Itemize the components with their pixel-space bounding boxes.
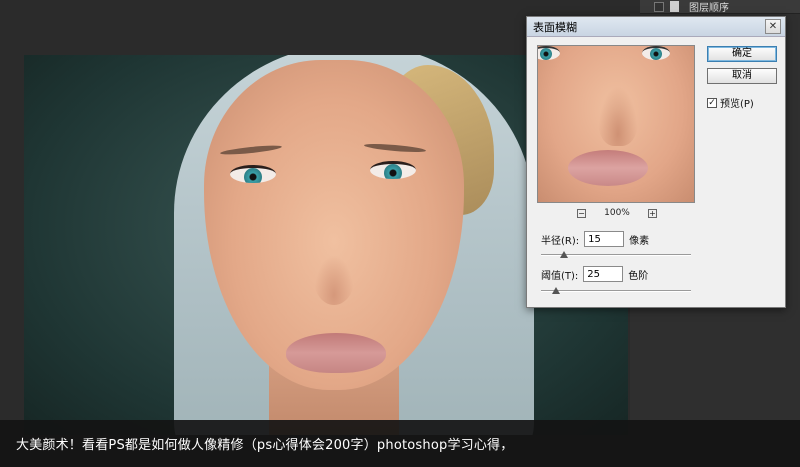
preview-lips xyxy=(568,150,648,186)
threshold-label: 阈值(T): xyxy=(541,270,579,282)
layer-visibility-checkbox[interactable] xyxy=(654,1,664,12)
layer-label: 图层顺序 xyxy=(689,3,729,14)
threshold-unit: 色阶 xyxy=(628,270,649,282)
zoom-controls: − 100% + xyxy=(577,207,657,219)
dialog-titlebar[interactable]: 表面模糊 ✕ xyxy=(527,17,785,37)
caption-text: 大美颜术！看看PS都是如何做人像精修（ps心得体会200字）photoshop学… xyxy=(16,438,514,453)
preview-nose xyxy=(598,86,638,146)
dialog-title: 表面模糊 xyxy=(533,20,577,34)
portrait-left-eye xyxy=(230,165,276,183)
preview-right-eye xyxy=(642,46,670,60)
portrait-lips xyxy=(286,333,386,373)
threshold-slider[interactable] xyxy=(541,287,691,295)
portrait-right-eye xyxy=(370,161,416,179)
surface-blur-dialog: 表面模糊 ✕ 确定 取消 ✓ 预览(P) − 100% + 半径(R): 像素 … xyxy=(526,16,786,308)
close-icon[interactable]: ✕ xyxy=(765,19,781,34)
radius-unit: 像素 xyxy=(629,235,650,247)
radius-input[interactable] xyxy=(584,231,625,247)
radius-slider-thumb[interactable] xyxy=(559,251,568,258)
radius-label: 半径(R): xyxy=(541,235,580,247)
cancel-button[interactable]: 取消 xyxy=(707,68,777,84)
preview-checkbox[interactable]: ✓ xyxy=(707,97,717,108)
zoom-in-icon[interactable]: + xyxy=(647,208,657,218)
ok-button[interactable]: 确定 xyxy=(707,46,777,62)
preview-left-eye xyxy=(538,46,560,60)
layers-panel-strip: 图层顺序 xyxy=(640,0,800,14)
preview-checkbox-row[interactable]: ✓ 预览(P) xyxy=(707,95,754,110)
filter-preview-pane[interactable] xyxy=(537,45,695,203)
zoom-out-icon[interactable]: − xyxy=(577,208,586,218)
radius-row: 半径(R): 像素 xyxy=(541,231,649,247)
threshold-input[interactable] xyxy=(583,266,624,282)
threshold-row: 阈值(T): 色阶 xyxy=(541,266,648,282)
layer-document-icon xyxy=(670,1,679,12)
caption-bar: 大美颜术！看看PS都是如何做人像精修（ps心得体会200字）photoshop学… xyxy=(0,420,800,467)
zoom-level: 100% xyxy=(604,208,630,218)
preview-checkbox-label: 预览(P) xyxy=(720,99,754,110)
threshold-slider-thumb[interactable] xyxy=(552,287,560,294)
portrait-nose xyxy=(314,255,354,305)
radius-slider[interactable] xyxy=(541,251,691,259)
